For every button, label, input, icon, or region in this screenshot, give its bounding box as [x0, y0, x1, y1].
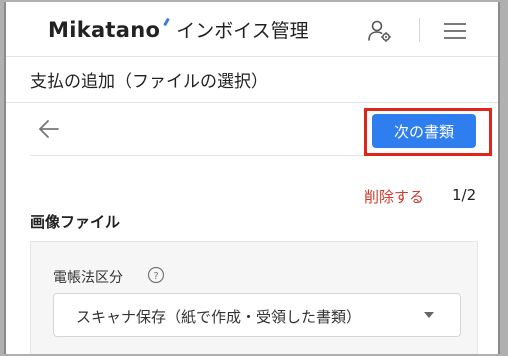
brand-logo: Mikatano [48, 17, 161, 42]
svg-text:?: ? [153, 271, 158, 282]
app-name: インボイス管理 [176, 20, 309, 42]
file-details-panel: 電帳法区分 ? スキャナ保存（紙で作成・受領した書類） [30, 241, 478, 354]
file-page-counter: 1/2 [452, 186, 477, 204]
question-circle-icon[interactable]: ? [147, 266, 165, 284]
action-bar: 次の書類 [30, 103, 492, 156]
header-divider [419, 18, 420, 42]
brand: Mikatano インボイス管理 [48, 16, 309, 43]
delete-file-link[interactable]: 削除する [364, 186, 424, 207]
app-header: Mikatano インボイス管理 [6, 2, 498, 57]
brand-accent-mark [163, 17, 171, 26]
hamburger-menu-icon[interactable] [442, 22, 468, 40]
ebook-law-category-label: 電帳法区分 [53, 270, 123, 286]
page-title-row: 支払の追加（ファイルの選択） [6, 56, 498, 103]
arrow-left-icon[interactable] [38, 119, 60, 139]
image-file-section-title: 画像ファイル [30, 213, 121, 231]
app-window: Mikatano インボイス管理 支払の追加（ファイルの選択） 次の書類 削除す… [4, 2, 500, 354]
chevron-down-icon [424, 312, 434, 318]
page-title: 支払の追加（ファイルの選択） [30, 72, 268, 92]
next-document-button[interactable]: 次の書類 [372, 114, 476, 148]
ebook-law-category-select[interactable]: スキャナ保存（紙で作成・受領した書類） [53, 293, 461, 337]
ebook-law-category-value: スキャナ保存（紙で作成・受領した書類） [76, 308, 362, 326]
user-settings-icon[interactable] [366, 19, 394, 43]
